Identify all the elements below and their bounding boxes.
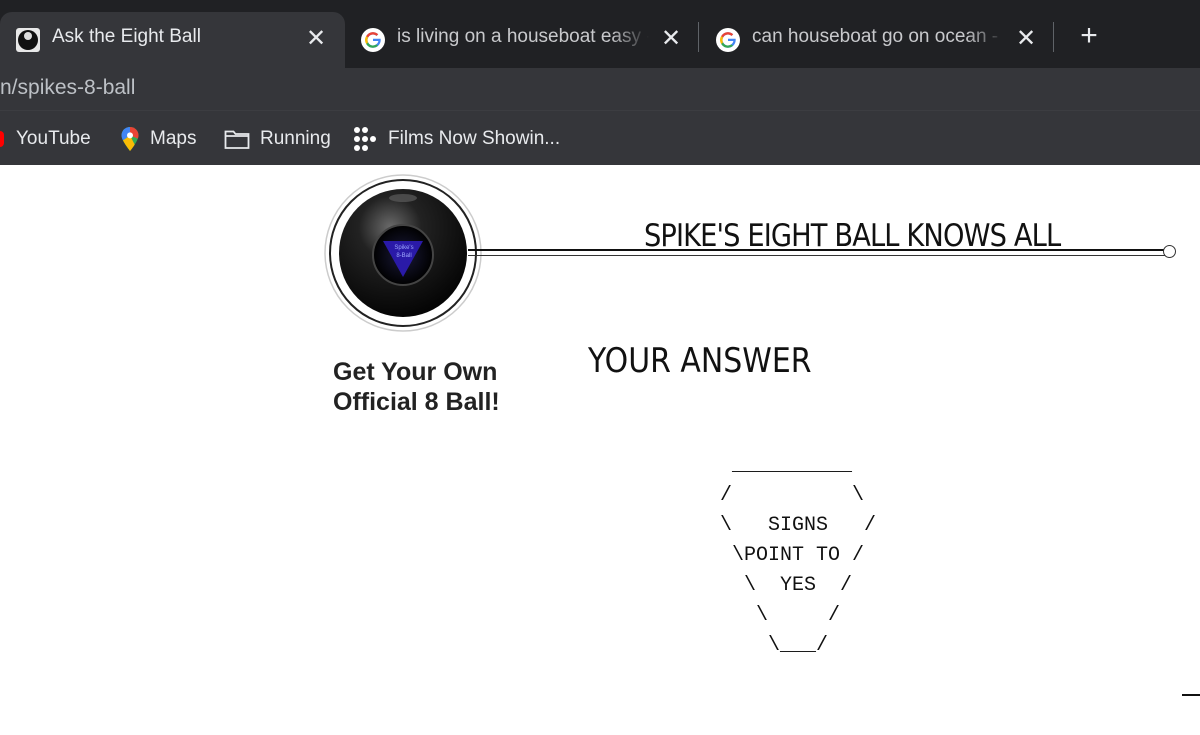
bookmark-label: Maps [150,128,197,149]
edge-dash [1182,694,1200,696]
tab-houseboat-ocean[interactable]: can houseboat go on ocean - Google Searc… [700,12,1055,68]
address-bar[interactable]: n/spikes-8-ball [0,68,1200,110]
bookmark-running[interactable]: Running [224,126,331,152]
bookmark-maps[interactable]: Maps [120,126,196,152]
close-tab-icon[interactable]: ✕ [305,26,327,52]
close-tab-icon[interactable]: ✕ [660,26,682,52]
maps-icon [121,127,139,151]
bookmark-label: Running [260,128,331,149]
google-icon [716,28,740,52]
eight-ball-image[interactable]: Spike's 8-Ball [323,173,483,333]
rule-end-circle [1163,245,1176,258]
bookmark-label: Films Now Showin... [388,128,561,149]
bookmarks-bar: YouTube Maps Running Films Now Showin... [0,110,1200,165]
youtube-icon [0,131,4,147]
tab-separator [1053,22,1054,52]
bookmark-films-now-showing[interactable]: Films Now Showin... [352,126,560,152]
tab-houseboat-easy[interactable]: is living on a houseboat easy - Google S… [345,12,700,68]
folder-icon [224,130,250,149]
page-title: SPIKE'S EIGHT BALL KNOWS ALL [644,218,1061,254]
browser-chrome: Ask the Eight Ball ✕ is living on a hous… [0,0,1200,165]
tab-strip: Ask the Eight Ball ✕ is living on a hous… [0,0,1200,68]
eight-ball-icon [16,28,40,52]
answer-heading: YOUR ANSWER [588,341,812,381]
tab-separator [698,22,699,52]
answer-ascii-triangle: __________ / \ \ SIGNS / \POINT TO / \ Y… [720,454,877,657]
web-page: Spike's 8-Ball SPIKE'S EIGHT BALL KNOWS … [0,165,1200,735]
ball-window-label: Spike's 8-Ball [394,245,414,259]
close-tab-icon[interactable]: ✕ [1015,26,1037,52]
new-tab-icon[interactable]: + [1074,20,1104,52]
tab-title: is living on a houseboat easy - Google S… [397,26,649,47]
bookmark-youtube[interactable]: YouTube [0,126,91,152]
bookmark-label: YouTube [16,128,91,149]
get-official-ball-link[interactable]: Get Your Own Official 8 Ball! [333,357,553,417]
tab-title: can houseboat go on ocean - Google Searc… [752,26,1004,47]
google-icon [361,28,385,52]
tab-ask-eight-ball[interactable]: Ask the Eight Ball ✕ [0,12,345,68]
dots-grid-icon [354,127,376,151]
url-text[interactable]: n/spikes-8-ball [0,76,135,100]
tab-title: Ask the Eight Ball [52,26,201,47]
title-rule-thin [468,255,1168,256]
